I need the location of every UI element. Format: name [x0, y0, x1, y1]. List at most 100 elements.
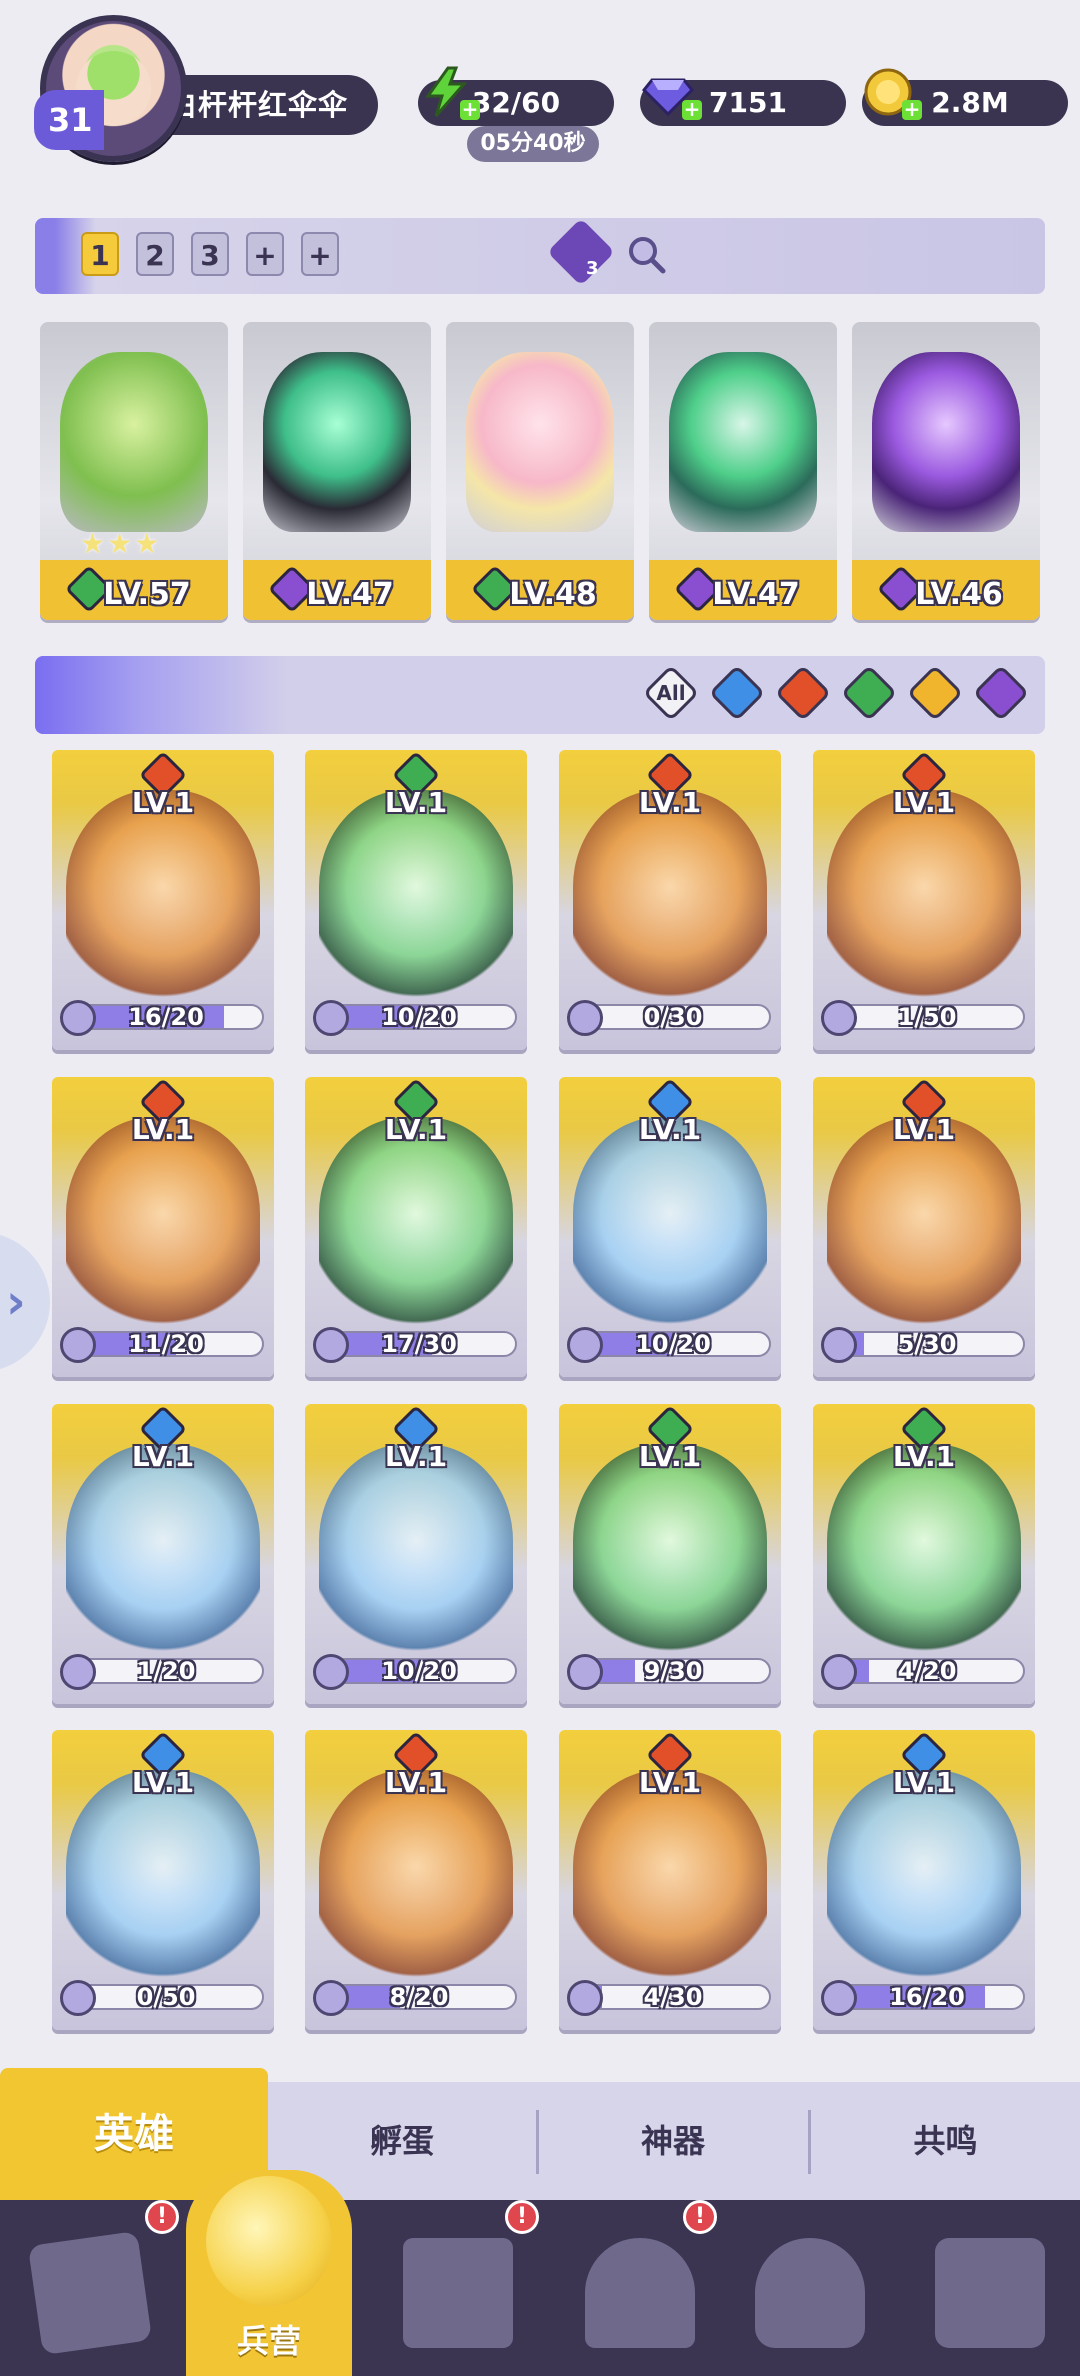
- hero-card[interactable]: LV.1 16/20: [52, 750, 274, 1050]
- hero-portrait: [669, 352, 817, 532]
- hero-level: LV.1: [384, 1113, 448, 1146]
- hero-level: LV.1: [638, 786, 702, 819]
- shard-count: 4/20: [897, 1657, 957, 1685]
- team-hero-card-2[interactable]: LV.47: [243, 322, 431, 620]
- water-filter-icon: [708, 664, 766, 722]
- filter-dark-button[interactable]: [972, 664, 1030, 722]
- filter-nature-button[interactable]: [840, 664, 898, 722]
- hero-card[interactable]: LV.1 10/20: [559, 1077, 781, 1377]
- hero-card[interactable]: LV.1 9/30: [559, 1404, 781, 1704]
- nav-map[interactable]: [383, 2218, 533, 2368]
- gem-add-button[interactable]: +: [682, 99, 702, 120]
- team-hero-card-1[interactable]: ★★★ LV.57: [40, 322, 228, 620]
- hero-level: LV.1: [384, 1440, 448, 1473]
- castle-icon: [585, 2238, 695, 2348]
- hero-card[interactable]: LV.1 10/20: [305, 1404, 527, 1704]
- hero-card[interactable]: LV.1 0/30: [559, 750, 781, 1050]
- hero-stars: ★★★: [80, 527, 162, 560]
- hero-portrait: [319, 1444, 513, 1659]
- hero-level: LV.1: [892, 1440, 956, 1473]
- light-filter-icon: [906, 664, 964, 722]
- hero-level: LV.1: [638, 1113, 702, 1146]
- nav-castle[interactable]: [565, 2218, 715, 2368]
- team-hero-card-4[interactable]: LV.47: [649, 322, 837, 620]
- nav-cards[interactable]: [15, 2218, 165, 2368]
- hero-portrait: [827, 790, 1021, 1005]
- hero-level: LV.1: [638, 1440, 702, 1473]
- hero-portrait: [66, 1117, 260, 1332]
- hero-card[interactable]: LV.1 1/50: [813, 750, 1035, 1050]
- shard-count: 10/20: [635, 1330, 711, 1358]
- team-hero-card-5[interactable]: LV.46: [852, 322, 1040, 620]
- shard-count: 16/20: [889, 1983, 965, 2011]
- hero-level: LV.47: [712, 577, 800, 612]
- search-icon[interactable]: [626, 234, 666, 274]
- hero-level: LV.57: [103, 577, 191, 612]
- hero-card[interactable]: LV.1 5/30: [813, 1077, 1035, 1377]
- filter-water-button[interactable]: [708, 664, 766, 722]
- hero-portrait: [319, 1770, 513, 1985]
- filter-fire-button[interactable]: [774, 664, 832, 722]
- filter-all-button[interactable]: All: [642, 664, 700, 722]
- shard-count: 11/20: [128, 1330, 204, 1358]
- fire-filter-icon: [774, 664, 832, 722]
- hero-card[interactable]: LV.1 10/20: [305, 750, 527, 1050]
- hero-level: LV.1: [131, 1440, 195, 1473]
- hero-portrait: [66, 1770, 260, 1985]
- team-hero-card-3[interactable]: LV.48: [446, 322, 634, 620]
- hero-portrait: [872, 352, 1020, 532]
- hero-card[interactable]: LV.1 0/50: [52, 1730, 274, 2030]
- hero-portrait: [573, 1117, 767, 1332]
- hero-level: LV.1: [384, 786, 448, 819]
- hero-level: LV.1: [131, 1113, 195, 1146]
- formation-count: 3: [586, 258, 599, 279]
- team-tab-add-1[interactable]: +: [246, 232, 284, 276]
- gold-add-button[interactable]: +: [902, 99, 922, 120]
- hero-portrait: [573, 1770, 767, 1985]
- tab-artifacts[interactable]: 神器: [539, 2082, 807, 2200]
- hero-card[interactable]: LV.1 16/20: [813, 1730, 1035, 2030]
- hero-card[interactable]: LV.1 4/30: [559, 1730, 781, 2030]
- guild-banner-icon: [935, 2238, 1045, 2348]
- team-tab-1[interactable]: 1: [81, 232, 119, 276]
- energy-add-button[interactable]: +: [460, 99, 480, 120]
- hero-card[interactable]: LV.1 4/20: [813, 1404, 1035, 1704]
- tab-resonance[interactable]: 共鸣: [811, 2082, 1080, 2200]
- player-level: 31: [34, 90, 104, 150]
- hero-card[interactable]: LV.1 17/30: [305, 1077, 527, 1377]
- hero-portrait: [263, 352, 411, 532]
- nav-notification-badge: !: [683, 2200, 717, 2234]
- hero-portrait: [66, 790, 260, 1005]
- hero-portrait: [466, 352, 614, 532]
- hero-portrait: [319, 1117, 513, 1332]
- hero-level: LV.46: [915, 577, 1003, 612]
- hero-portrait: [827, 1770, 1021, 1985]
- hero-portrait: [573, 790, 767, 1005]
- team-tab-3[interactable]: 3: [191, 232, 229, 276]
- shard-count: 16/20: [128, 1003, 204, 1031]
- mushroom-icon: [755, 2238, 865, 2348]
- hero-card[interactable]: LV.1 1/20: [52, 1404, 274, 1704]
- nav-guild[interactable]: [915, 2218, 1065, 2368]
- nav-mushroom[interactable]: [735, 2218, 885, 2368]
- nav-barracks-label: 兵营: [236, 2322, 301, 2360]
- team-tab-add-2[interactable]: +: [301, 232, 339, 276]
- hero-level: LV.1: [892, 1766, 956, 1799]
- hero-portrait: [319, 790, 513, 1005]
- hero-portrait: [66, 1444, 260, 1659]
- hero-portrait: [827, 1117, 1021, 1332]
- hero-portrait: [60, 352, 208, 532]
- hero-level: LV.1: [892, 786, 956, 819]
- cards-icon: [27, 2230, 153, 2356]
- shard-count: 10/20: [381, 1003, 457, 1031]
- hero-card[interactable]: LV.1 11/20: [52, 1077, 274, 1377]
- hero-portrait: [827, 1444, 1021, 1659]
- filter-light-button[interactable]: [906, 664, 964, 722]
- energy-timer: 05分40秒: [467, 126, 599, 162]
- barracks-icon: [206, 2176, 332, 2306]
- dark-filter-icon: [972, 664, 1030, 722]
- hero-level: LV.1: [131, 1766, 195, 1799]
- hero-card[interactable]: LV.1 8/20: [305, 1730, 527, 2030]
- team-tab-2[interactable]: 2: [136, 232, 174, 276]
- side-expand-button[interactable]: ›: [0, 1232, 50, 1372]
